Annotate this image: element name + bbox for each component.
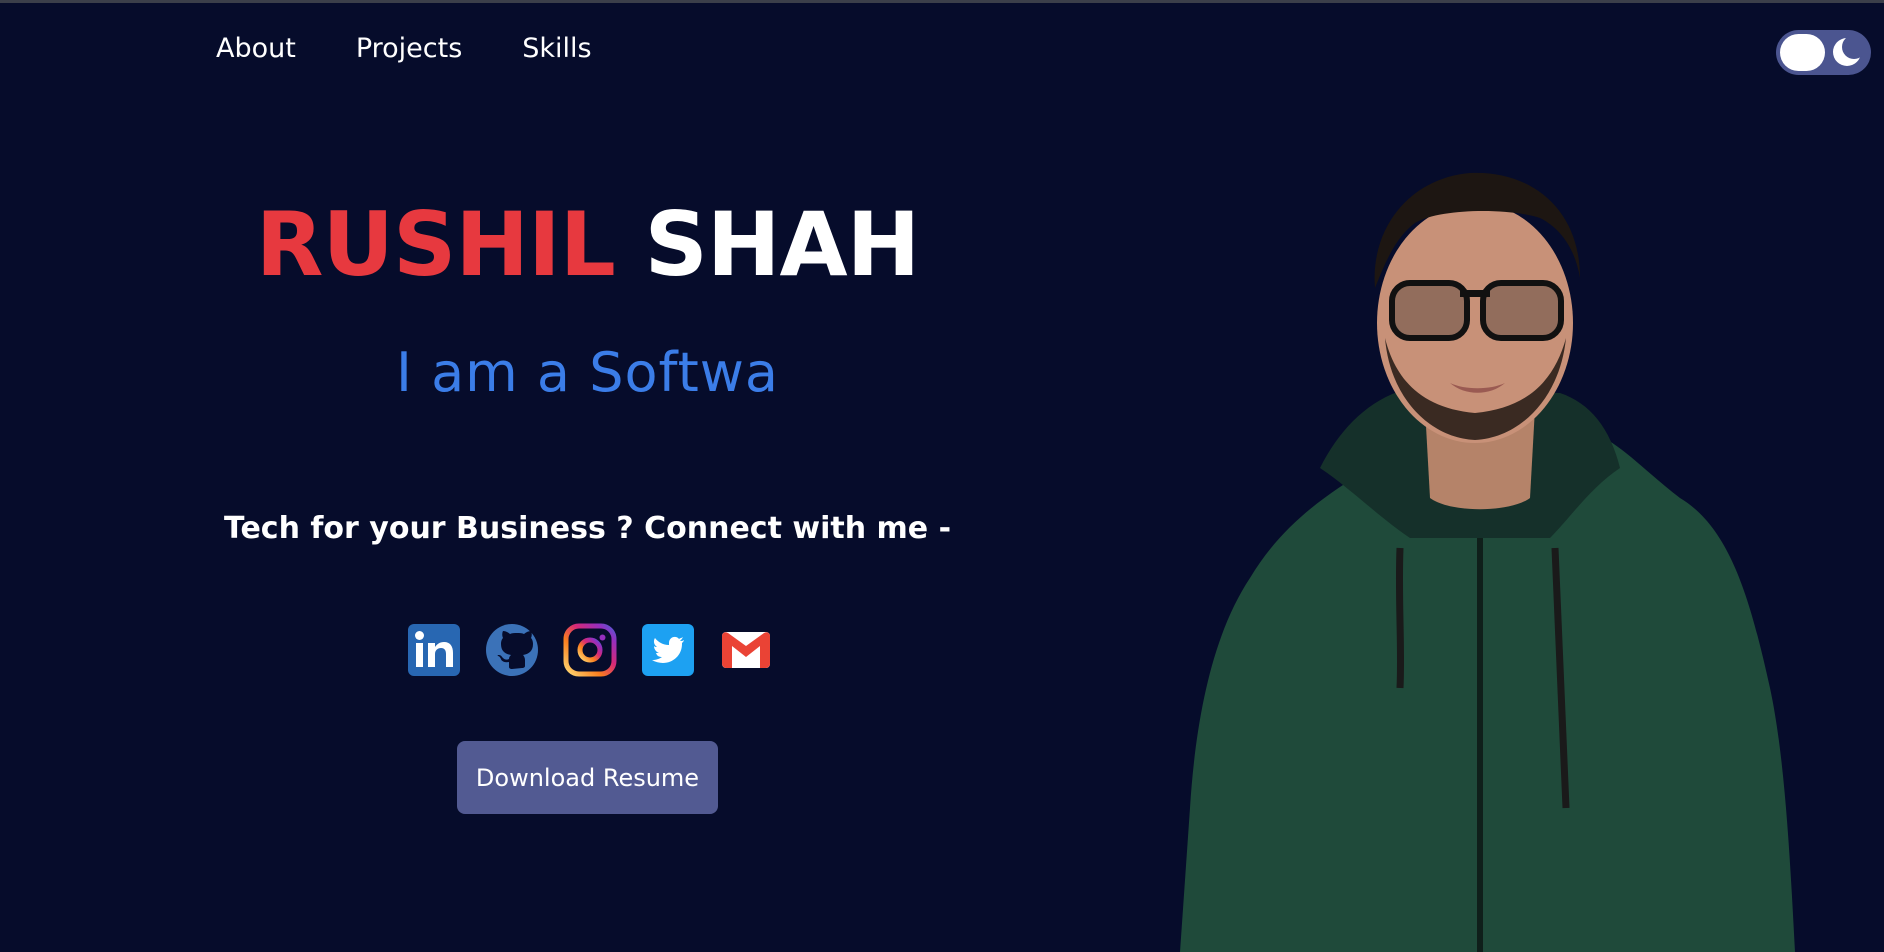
nav-skills-link[interactable]: Skills xyxy=(522,33,591,64)
moon-icon xyxy=(1833,36,1863,66)
nav-projects-link[interactable]: Projects xyxy=(356,33,462,64)
typed-subtitle: I am a Softwa xyxy=(395,341,779,404)
nav-about-link[interactable]: About xyxy=(216,33,296,64)
theme-toggle[interactable] xyxy=(1776,30,1871,75)
download-resume-button[interactable]: Download Resume xyxy=(457,741,718,814)
hero-name: RUSHIL SHAH xyxy=(0,193,1175,296)
social-links xyxy=(407,623,773,677)
instagram-icon[interactable] xyxy=(563,623,617,677)
top-nav: About Projects Skills xyxy=(216,33,592,64)
toggle-knob xyxy=(1780,34,1825,71)
github-icon[interactable] xyxy=(485,623,539,677)
gmail-icon[interactable] xyxy=(719,623,773,677)
first-name: RUSHIL xyxy=(255,193,616,296)
twitter-icon[interactable] xyxy=(641,623,695,677)
connect-text: Tech for your Business ? Connect with me… xyxy=(223,511,952,546)
last-name: SHAH xyxy=(644,193,920,296)
linkedin-icon[interactable] xyxy=(407,623,461,677)
profile-photo xyxy=(1180,172,1795,952)
